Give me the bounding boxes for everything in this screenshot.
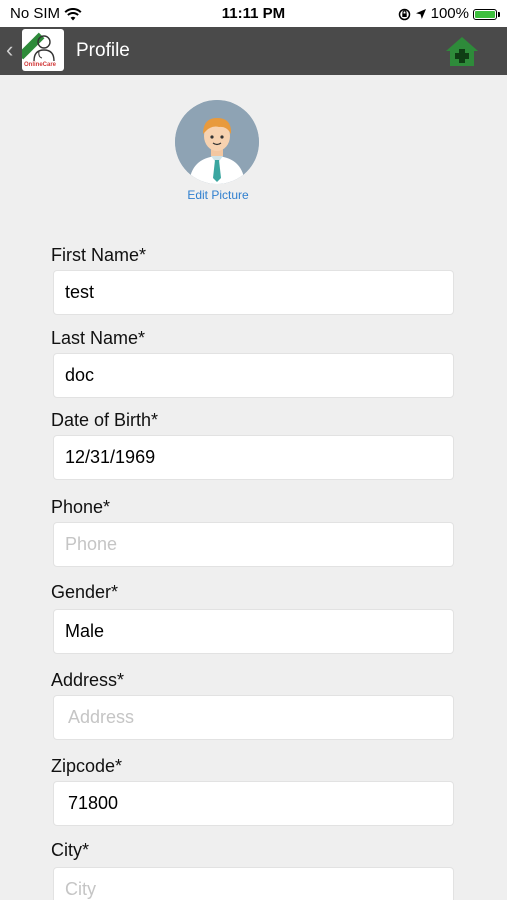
- phone-field[interactable]: [53, 522, 454, 567]
- doctor-avatar-icon: [175, 100, 259, 184]
- last-name-field[interactable]: [53, 353, 454, 398]
- city-label: City*: [51, 840, 90, 860]
- app-logo: OnlineCare: [22, 29, 64, 71]
- battery-percent: 100%: [430, 5, 469, 22]
- last-name-label: Last Name*: [51, 328, 146, 348]
- battery-icon: [473, 8, 500, 20]
- home-button[interactable]: [445, 35, 479, 67]
- status-bar: No SIM 11:11 PM 100%: [0, 0, 507, 27]
- gender-label: Gender*: [51, 582, 119, 602]
- profile-form: Edit Picture First Name* Last Name* Date…: [0, 75, 507, 900]
- page-title: Profile: [76, 40, 130, 61]
- zipcode-label: Zipcode*: [51, 756, 123, 776]
- location-arrow-icon: [415, 9, 426, 19]
- phone-label: Phone*: [51, 497, 111, 517]
- logo-text: OnlineCare: [24, 62, 57, 68]
- orientation-lock-icon: [398, 8, 410, 20]
- zipcode-field[interactable]: [53, 781, 454, 826]
- city-field[interactable]: [53, 867, 454, 900]
- address-field[interactable]: [53, 695, 454, 740]
- address-label: Address*: [51, 670, 125, 690]
- dob-label: Date of Birth*: [51, 410, 159, 430]
- dob-field[interactable]: [53, 435, 454, 480]
- first-name-label: First Name*: [51, 245, 147, 265]
- avatar[interactable]: [175, 100, 259, 184]
- gender-field[interactable]: [53, 609, 454, 654]
- nav-bar: ‹ OnlineCare Profile: [0, 27, 507, 75]
- back-chevron-icon[interactable]: ‹: [6, 38, 13, 62]
- status-right: 100%: [398, 5, 500, 23]
- home-plus-icon: [446, 37, 478, 66]
- first-name-field[interactable]: [53, 270, 454, 315]
- edit-picture-link[interactable]: Edit Picture: [155, 188, 281, 202]
